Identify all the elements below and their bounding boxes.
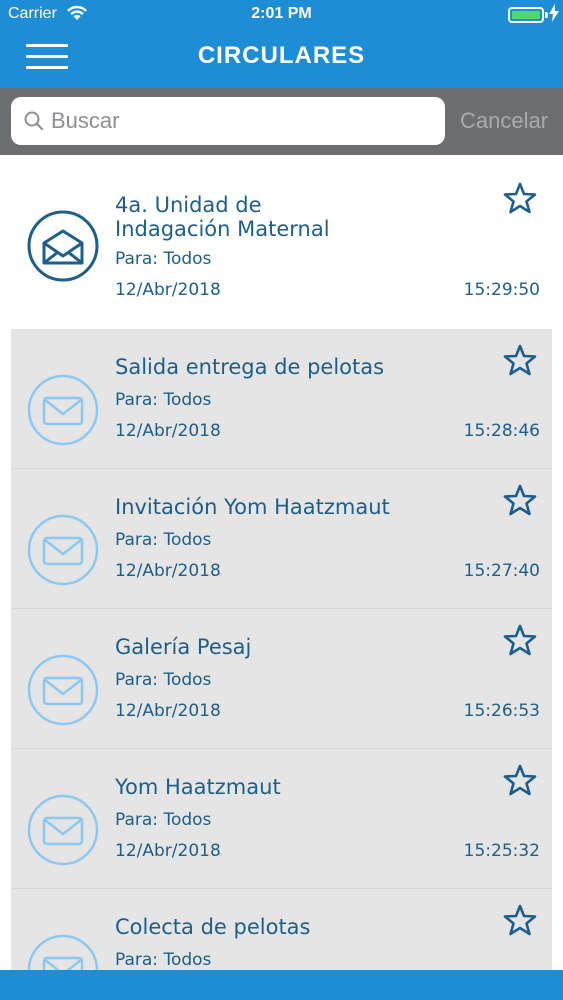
battery-icon [508,7,544,23]
cancel-button[interactable]: Cancelar [460,108,548,134]
closed-envelope-icon [27,934,99,970]
item-date: 12/Abr/2018 [115,280,221,300]
item-time: 15:29:50 [463,280,540,300]
item-recipients: Para: Todos [115,950,212,970]
star-outline-icon[interactable] [503,343,537,377]
list-item[interactable]: Colecta de pelotas Para: Todos [11,889,552,970]
page-title: CIRCULARES [197,42,366,69]
search-field[interactable] [11,97,445,145]
open-envelope-icon [27,210,99,282]
item-date: 12/Abr/2018 [115,421,221,441]
circulars-list: 4a. Unidad de Indagación Maternal Para: … [0,155,563,970]
item-recipients: Para: Todos [115,530,212,550]
item-date: 12/Abr/2018 [115,841,221,861]
list-item[interactable]: Invitación Yom Haatzmaut Para: Todos 12/… [11,469,552,609]
star-outline-icon[interactable] [503,181,537,215]
item-title: Invitación Yom Haatzmaut [115,495,390,519]
list-item[interactable]: 4a. Unidad de Indagación Maternal Para: … [0,155,563,327]
item-title: Colecta de pelotas [115,915,311,939]
star-outline-icon[interactable] [503,483,537,517]
closed-envelope-icon [27,514,99,586]
item-recipients: Para: Todos [115,810,212,830]
app-header: Carrier 2:01 PM CIRCULARES [0,0,563,88]
item-title: 4a. Unidad de Indagación Maternal [115,193,330,241]
star-outline-icon[interactable] [503,623,537,657]
status-bar: Carrier 2:01 PM [0,0,563,30]
item-title: Yom Haatzmaut [115,775,281,799]
item-date: 12/Abr/2018 [115,701,221,721]
search-bar: Cancelar [0,88,563,155]
closed-envelope-icon [27,794,99,866]
item-recipients: Para: Todos [115,670,212,690]
item-time: 15:25:32 [463,841,540,861]
closed-envelope-icon [27,654,99,726]
battery-cap [545,12,548,18]
item-date: 12/Abr/2018 [115,561,221,581]
star-outline-icon[interactable] [503,903,537,937]
item-time: 15:26:53 [463,701,540,721]
closed-envelope-icon [27,374,99,446]
bottom-bar [0,970,563,1000]
status-time: 2:01 PM [251,5,312,22]
search-input[interactable] [51,103,431,139]
item-time: 15:27:40 [463,561,540,581]
charging-bolt-icon [549,4,559,22]
list-item[interactable]: Salida entrega de pelotas Para: Todos 12… [11,329,552,469]
item-title: Galería Pesaj [115,635,252,659]
star-outline-icon[interactable] [503,763,537,797]
item-recipients: Para: Todos [115,249,212,269]
item-time: 15:28:46 [463,421,540,441]
search-icon [24,111,44,131]
list-item[interactable]: Galería Pesaj Para: Todos 12/Abr/2018 15… [11,609,552,749]
item-recipients: Para: Todos [115,390,212,410]
item-title: Salida entrega de pelotas [115,355,385,379]
list-item[interactable]: Yom Haatzmaut Para: Todos 12/Abr/2018 15… [11,749,552,889]
